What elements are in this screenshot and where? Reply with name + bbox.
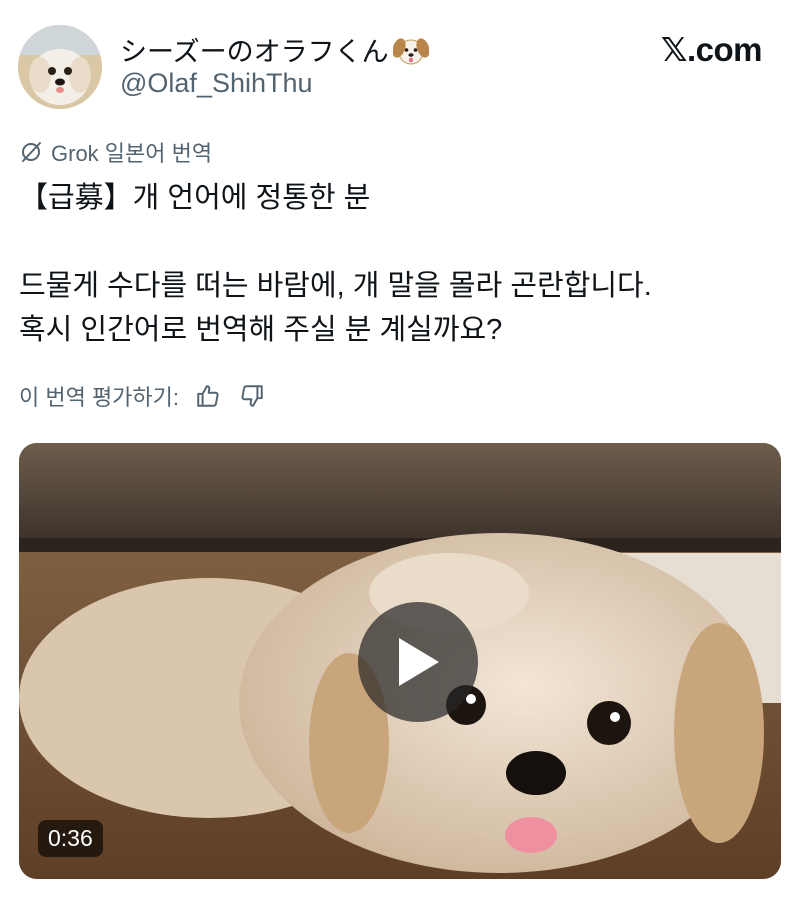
- thumbs-down-icon: [241, 385, 263, 407]
- translation-label-text: Grok 일본어 번역: [51, 141, 213, 166]
- dog-face-icon: [392, 37, 429, 64]
- display-name[interactable]: シーズーのオラフくん: [120, 30, 429, 69]
- play-button[interactable]: [358, 602, 478, 722]
- tweet-line-3: 혹시 인간어로 번역해 주실 분 계실까요?: [19, 314, 503, 346]
- translation-label[interactable]: Grok 일본어 번역: [19, 136, 212, 168]
- play-icon: [399, 638, 439, 686]
- thumbs-up-button[interactable]: [193, 381, 223, 411]
- video-duration: 0:36: [38, 820, 103, 857]
- avatar-image: [18, 25, 102, 109]
- avatar[interactable]: [18, 25, 102, 109]
- tweet-line-2: 드물게 수다를 떠는 바람에, 개 말을 몰라 곤란합니다.: [19, 270, 652, 302]
- thumbs-up-icon: [197, 385, 219, 407]
- tweet-line-gap: [19, 220, 779, 264]
- video-player[interactable]: 0:36: [19, 443, 781, 879]
- thumbs-down-button[interactable]: [237, 381, 267, 411]
- tweet-line-1: 【급募】개 언어에 정통한 분: [19, 182, 371, 214]
- grok-icon: [22, 142, 41, 162]
- rate-translation-label: 이 번역 평가하기:: [19, 385, 180, 410]
- rate-translation: 이 번역 평가하기:: [19, 380, 267, 412]
- display-name-text: シーズーのオラフくん: [120, 37, 389, 67]
- tweet-text: 【급募】개 언어에 정통한 분 드물게 수다를 떠는 바람에, 개 말을 몰라 …: [19, 176, 779, 352]
- brand-logo[interactable]: 𝕏.com: [661, 30, 763, 69]
- handle[interactable]: @Olaf_ShihThu: [120, 68, 313, 99]
